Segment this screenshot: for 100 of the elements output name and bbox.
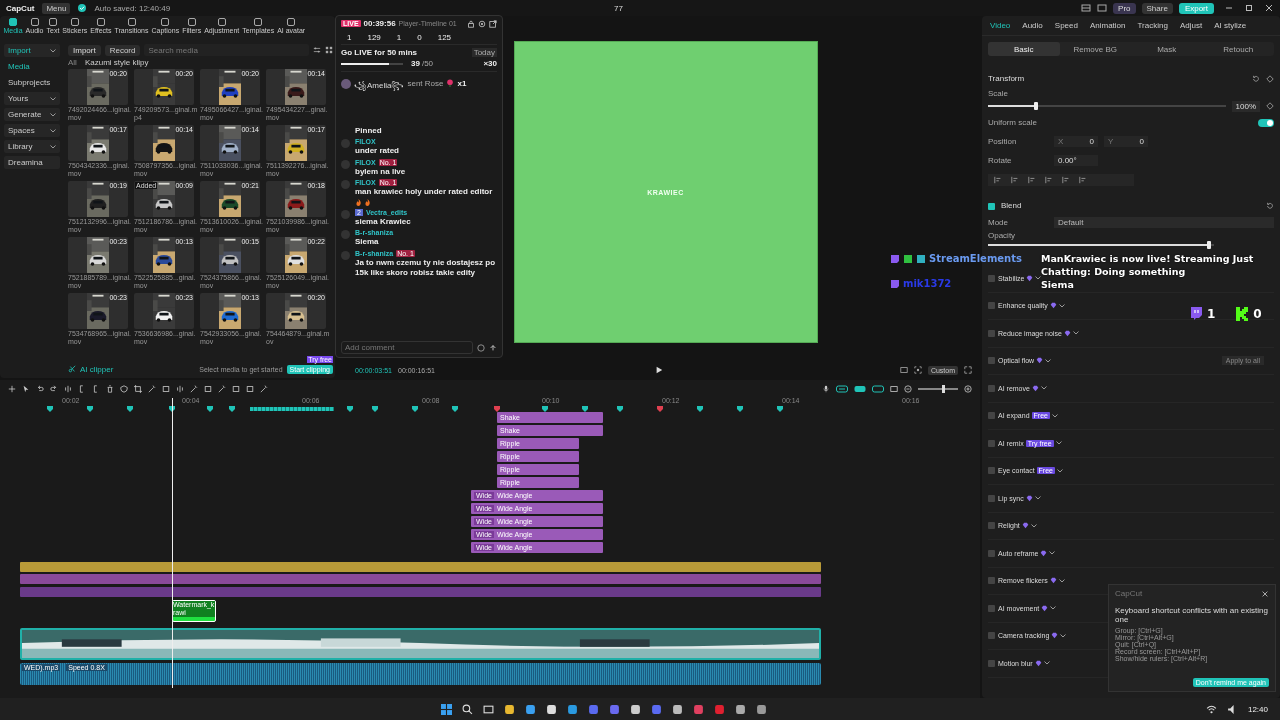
text-track-clip[interactable] <box>20 562 821 572</box>
popout-icon[interactable] <box>489 19 497 28</box>
app-icon[interactable] <box>546 703 557 715</box>
panel-tab[interactable]: Video <box>990 21 1011 30</box>
app-icon[interactable] <box>567 703 578 715</box>
caret-icon[interactable] <box>1045 358 1052 363</box>
feature-checkbox[interactable] <box>988 384 995 392</box>
feature-checkbox[interactable] <box>988 549 995 557</box>
box-icon[interactable] <box>162 385 170 393</box>
caret-icon[interactable] <box>1060 633 1067 638</box>
align-icon[interactable] <box>1045 176 1053 184</box>
marker-icon[interactable] <box>777 406 783 412</box>
snap-toggle-icon[interactable] <box>872 385 884 393</box>
feature-checkbox[interactable] <box>988 522 995 530</box>
align-icon[interactable] <box>1028 176 1036 184</box>
settings-icon[interactable] <box>478 19 486 28</box>
magnet-toggle-icon[interactable] <box>854 385 866 393</box>
trim-icon[interactable] <box>78 385 86 393</box>
caret-icon[interactable] <box>1058 303 1065 308</box>
app-icon[interactable] <box>630 703 641 715</box>
app-icon[interactable] <box>504 703 515 715</box>
feature-checkbox[interactable] <box>988 357 995 365</box>
cursor-icon[interactable] <box>22 385 30 393</box>
caret-icon[interactable] <box>1035 276 1042 281</box>
box-icon[interactable] <box>232 385 240 393</box>
uniform-scale-toggle[interactable] <box>1258 118 1274 127</box>
split-icon[interactable] <box>64 385 72 393</box>
zoom-slider-thumb[interactable] <box>942 385 945 393</box>
menu-button[interactable]: Menu <box>42 2 71 14</box>
trim-icon[interactable] <box>92 385 100 393</box>
feature-checkbox[interactable] <box>988 604 995 612</box>
align-toolbar[interactable] <box>988 174 1134 186</box>
caret-icon[interactable] <box>1051 413 1058 418</box>
caret-icon[interactable] <box>1072 331 1079 336</box>
feature-checkbox[interactable] <box>988 329 995 337</box>
layout-icon[interactable] <box>1081 3 1092 13</box>
app-icon[interactable] <box>735 703 746 715</box>
feature-checkbox[interactable] <box>988 439 995 447</box>
sidebar-item[interactable]: Library <box>4 140 60 153</box>
app-icon[interactable] <box>525 703 536 715</box>
clock[interactable]: 12:40 <box>1247 704 1268 714</box>
feature-checkbox[interactable] <box>988 494 995 502</box>
rotate-field[interactable]: 0.00° <box>1054 155 1098 166</box>
sliders-icon[interactable] <box>313 46 321 54</box>
caret-icon[interactable] <box>1057 468 1063 473</box>
monitor-icon[interactable] <box>899 366 908 374</box>
record-button[interactable]: Record <box>104 44 141 56</box>
x-field[interactable]: X 0 <box>1054 136 1098 147</box>
split-icon[interactable] <box>176 385 184 393</box>
send-icon[interactable] <box>489 343 497 352</box>
close-icon[interactable] <box>1261 589 1269 598</box>
feature-checkbox[interactable] <box>988 659 995 667</box>
marker-icon[interactable] <box>412 406 418 412</box>
emoji-icon[interactable] <box>477 343 485 352</box>
sidebar-item[interactable]: Import <box>4 44 60 57</box>
wand-icon[interactable] <box>148 385 156 393</box>
start-icon[interactable] <box>441 703 452 715</box>
scale-value[interactable]: 100% <box>1231 100 1260 112</box>
caret-icon[interactable] <box>1034 496 1041 501</box>
task-view-icon[interactable] <box>483 703 494 715</box>
marker-icon[interactable] <box>372 406 378 412</box>
search-icon[interactable] <box>462 703 473 715</box>
align-icon[interactable] <box>1011 176 1019 184</box>
caret-icon[interactable] <box>1049 551 1056 556</box>
delete-icon[interactable] <box>106 385 114 393</box>
marker-icon[interactable] <box>47 406 53 412</box>
feature-checkbox[interactable] <box>988 302 995 310</box>
wand-icon[interactable] <box>190 385 198 393</box>
undo-icon[interactable] <box>36 385 44 393</box>
keyframe-icon[interactable] <box>1266 102 1274 110</box>
align-icon[interactable] <box>994 176 1002 184</box>
caret-icon[interactable] <box>1030 523 1037 528</box>
marker-icon[interactable] <box>127 406 133 412</box>
play-icon[interactable] <box>655 366 663 374</box>
panel-tab[interactable]: Audio <box>1022 21 1043 30</box>
app-icon[interactable] <box>756 703 767 715</box>
redo-icon[interactable] <box>50 385 58 393</box>
sidebar-item[interactable]: Media <box>4 60 60 73</box>
caret-icon[interactable] <box>1058 578 1065 583</box>
search-field[interactable]: Search media <box>144 44 309 56</box>
caret-icon[interactable] <box>1040 386 1047 391</box>
caret-icon[interactable] <box>1043 661 1050 666</box>
zoom-in-icon[interactable] <box>964 385 972 393</box>
panel-tab[interactable]: AI stylize <box>1214 21 1247 30</box>
lock-icon[interactable] <box>467 19 475 28</box>
focus-icon[interactable] <box>913 366 922 374</box>
reset-icon[interactable] <box>1266 202 1274 210</box>
zoom-out-icon[interactable] <box>904 385 912 393</box>
caret-icon[interactable] <box>1055 441 1062 446</box>
marker-icon[interactable] <box>207 406 213 412</box>
marker-icon[interactable] <box>87 406 93 412</box>
wand-icon[interactable] <box>218 385 226 393</box>
sub-tab[interactable]: Basic <box>988 42 1060 56</box>
grid-icon[interactable] <box>325 46 333 54</box>
comment-field[interactable]: Add comment <box>341 341 473 354</box>
crop-icon[interactable] <box>134 385 142 393</box>
marker-icon[interactable] <box>229 406 235 412</box>
keyframe-icon[interactable] <box>1266 74 1274 83</box>
sidebar-item[interactable]: Generate <box>4 108 60 121</box>
sub-tab[interactable]: Remove BG <box>1059 42 1131 56</box>
